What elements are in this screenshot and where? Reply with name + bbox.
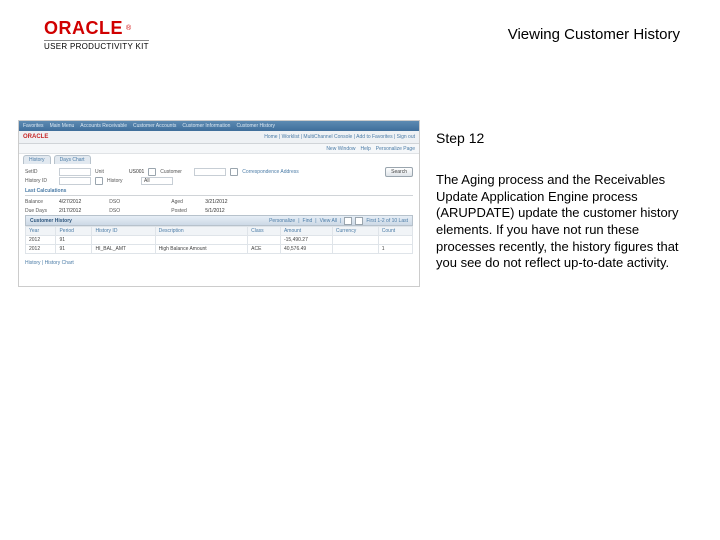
grid-find-link: Find — [303, 218, 313, 224]
grid-viewall-link: View All — [320, 218, 337, 224]
setid-input — [59, 168, 91, 176]
customer-input — [194, 168, 226, 176]
header-link: Sign out — [397, 134, 415, 140]
col-count: Count — [378, 227, 412, 236]
table-row: 2012 91 HI_BAL_AMT High Balance Amount A… — [26, 245, 413, 254]
corr-addr-link: Correspondence Address — [242, 169, 298, 175]
tab-history: History — [23, 155, 51, 164]
crumb: Accounts Receivable — [80, 123, 127, 129]
posted-label: Posted — [171, 208, 201, 214]
balance-value: 4/27/2012 — [59, 199, 81, 205]
meta-link: Help — [361, 146, 371, 152]
unit-label: Unit — [95, 169, 125, 175]
crumb: Customer History — [236, 123, 275, 129]
history-select: All — [141, 177, 173, 185]
search-button: Search — [385, 167, 413, 177]
col-amount: Amount — [280, 227, 332, 236]
grid-title: Customer History — [30, 218, 72, 224]
posted-value: 5/1/2012 — [205, 208, 224, 214]
due-label: Due Days — [25, 208, 55, 214]
dso-label: DSO — [109, 199, 139, 205]
meta-link: New Window — [326, 146, 355, 152]
balance-label: Balance — [25, 199, 55, 205]
history-label: History — [107, 178, 137, 184]
last-calc-section: Last Calculations — [25, 188, 413, 196]
tab-days-chart: Days Chart — [54, 155, 91, 164]
grid-zoom-icon — [344, 217, 352, 225]
history-id-input — [59, 177, 91, 185]
logo-tm: ® — [126, 25, 131, 32]
step-label: Step 12 — [436, 130, 690, 146]
due-value: 2/17/2012 — [59, 208, 81, 214]
history-id-label: History ID — [25, 178, 55, 184]
breadcrumb: Favorites Main Menu Accounts Receivable … — [19, 121, 419, 131]
header-link: Home — [264, 134, 277, 140]
grid-personalize-link: Personalize — [269, 218, 295, 224]
logo-subtitle: USER PRODUCTIVITY KIT — [44, 40, 149, 51]
lookup-icon — [95, 177, 103, 185]
col-period: Period — [56, 227, 92, 236]
customer-label: Customer — [160, 169, 190, 175]
crumb: Favorites — [23, 123, 44, 129]
header-link: MultiChannel Console — [303, 134, 352, 140]
header-link: Worklist — [282, 134, 300, 140]
app-header-links: Home | Worklist | MultiChannel Console |… — [264, 134, 415, 140]
grid-header: Customer History Personalize| Find| View… — [25, 215, 413, 226]
crumb: Customer Accounts — [133, 123, 176, 129]
crumb: Customer Information — [182, 123, 230, 129]
page-meta-links: New Window Help Personalize Page — [19, 144, 419, 154]
footer-link: History | History Chart — [19, 257, 419, 269]
setid-label: SetID — [25, 169, 55, 175]
col-currency: Currency — [332, 227, 378, 236]
table-row: 2012 91 -15,490.27 — [26, 236, 413, 245]
header-link: Add to Favorites — [356, 134, 392, 140]
history-table: Year Period History ID Description Class… — [25, 226, 413, 254]
grid-download-icon — [355, 217, 363, 225]
col-year: Year — [26, 227, 56, 236]
aged-value: 3/21/2012 — [205, 199, 227, 205]
col-class: Class — [248, 227, 281, 236]
dso-label2: DSO — [109, 208, 139, 214]
col-desc: Description — [155, 227, 248, 236]
unit-value: US001 — [129, 169, 144, 175]
grid-range: First 1-2 of 10 Last — [366, 218, 408, 224]
app-brand: ORACLE — [23, 134, 48, 140]
lookup-icon — [230, 168, 238, 176]
aged-label: Aged — [171, 199, 201, 205]
page-title: Viewing Customer History — [508, 26, 680, 43]
embedded-screenshot: Favorites Main Menu Accounts Receivable … — [18, 120, 420, 287]
oracle-logo: ORACLE ® USER PRODUCTIVITY KIT — [44, 18, 149, 51]
lookup-icon — [148, 168, 156, 176]
crumb: Main Menu — [50, 123, 75, 129]
meta-link: Personalize Page — [376, 146, 415, 152]
step-description: The Aging process and the Receivables Up… — [436, 172, 690, 272]
col-histid: History ID — [92, 227, 155, 236]
logo-brand-text: ORACLE — [44, 18, 123, 39]
app-header: ORACLE Home | Worklist | MultiChannel Co… — [19, 131, 419, 144]
tab-bar: History Days Chart — [19, 154, 419, 164]
